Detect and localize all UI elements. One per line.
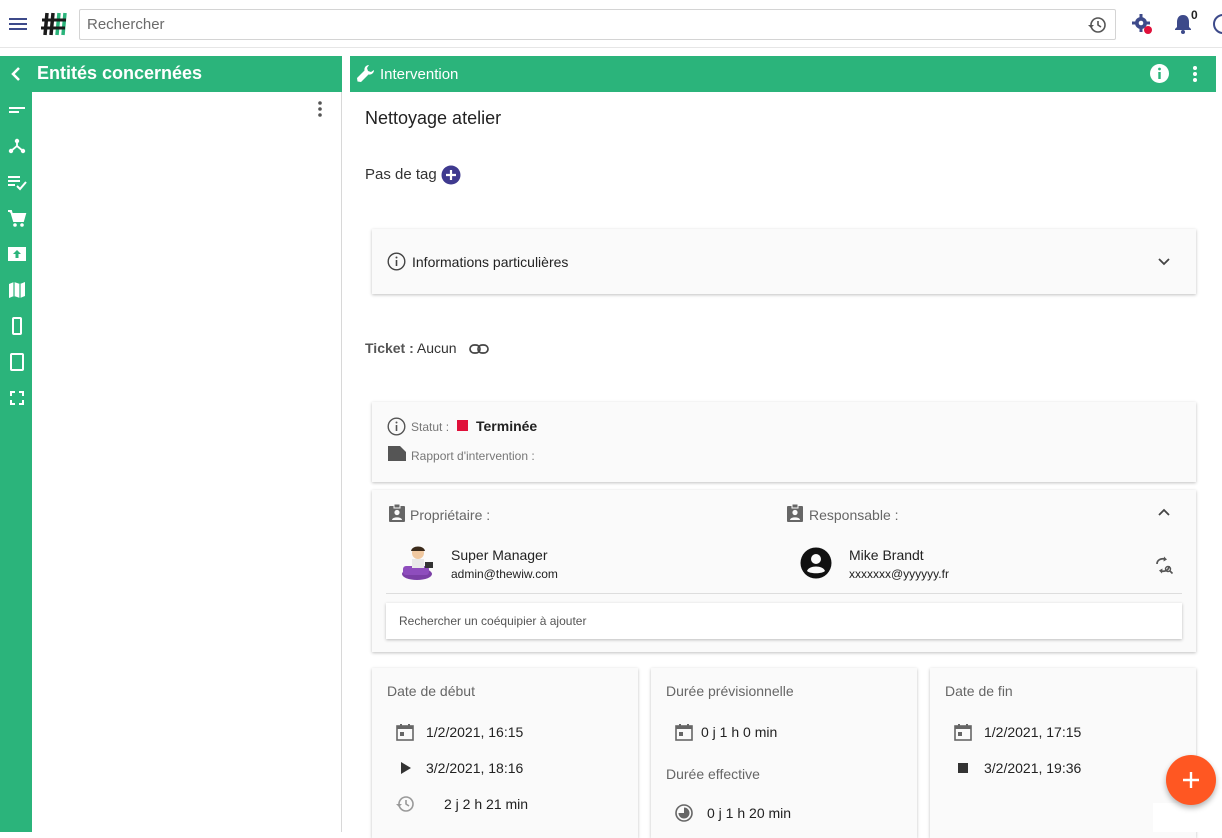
plus-icon [1183,772,1199,788]
owner-name: Super Manager [451,547,548,563]
end-planned-date: 1/2/2021, 17:15 [984,724,1082,740]
status-label: Statut : [411,420,450,434]
notifications-count: 0 [1191,8,1198,22]
more-vertical-icon[interactable] [1189,64,1201,84]
entities-panel [32,92,342,832]
upload-box-icon[interactable] [7,244,27,264]
entities-panel-header: Entités concernées [32,56,342,92]
link-icon[interactable] [468,338,490,360]
intervention-title: Nettoyage atelier [365,108,502,128]
change-responsible-icon[interactable] [1154,555,1174,575]
end-date-title: Date de fin [945,683,1013,699]
ticket-line: Ticket : Aucun [365,340,457,356]
start-planned-date: 1/2/2021, 16:15 [426,724,524,740]
help-icon[interactable] [1212,13,1222,35]
account-circle-icon [800,547,832,579]
settings-icon[interactable] [1131,13,1153,35]
planned-duration: 0 j 1 h 0 min [701,724,778,740]
add-fab-button[interactable] [1166,755,1216,805]
end-actual-date: 3/2/2021, 19:36 [984,760,1082,776]
chevron-up-icon[interactable] [1154,503,1174,523]
tags-label: Pas de tag [365,166,437,183]
status-value: Terminée [476,418,538,434]
status-section: Statut : Terminée Rapport d'intervention… [372,402,1196,482]
special-info-label: Informations particulières [412,254,569,270]
badge-icon [785,503,805,523]
checklist-icon[interactable] [7,172,27,192]
start-date-card: Date de début 1/2/2021, 16:15 3/2/2021, … [372,668,638,838]
owner-email: admin@thewiw.com [451,567,558,581]
special-info-section[interactable]: Informations particulières [372,229,1196,294]
teammate-search-box [386,603,1182,639]
info-icon[interactable] [1149,63,1170,84]
intervention-panel-header: Intervention [350,56,1216,92]
calendar-icon [953,722,973,742]
left-rail [0,56,32,832]
hierarchy-icon[interactable] [7,136,27,156]
responsible-email: xxxxxxx@yyyyyy.fr [849,567,949,581]
history-icon [395,794,415,814]
intervention-content: Nettoyage atelier Pas de tag Information… [350,92,1216,838]
planned-duration-title: Durée prévisionnelle [666,683,794,699]
label-tag-icon [387,445,407,463]
calendar-icon [395,722,415,742]
menu-icon[interactable] [8,14,28,34]
search-history-icon[interactable] [1087,15,1107,35]
duration-card: Durée prévisionnelle 0 j 1 h 0 min Durée… [651,668,917,838]
add-tag-icon[interactable] [441,165,461,185]
chevron-down-icon[interactable] [1154,251,1174,271]
status-color-square [457,420,468,431]
start-actual-date: 3/2/2021, 18:16 [426,760,524,776]
ticket-label: Ticket : [365,340,414,356]
info-outline-icon [387,252,406,271]
top-bar: 0 [0,0,1222,48]
responsible-name: Mike Brandt [849,547,924,563]
intervention-panel-title: Intervention [380,66,459,83]
fullscreen-icon[interactable] [7,388,27,408]
actual-duration-title: Durée effective [666,766,760,782]
map-icon[interactable] [7,280,27,300]
mobile-icon[interactable] [7,316,27,336]
search-input[interactable] [80,10,1070,39]
team-section: Propriétaire : Responsable : Super Manag… [372,490,1196,652]
timelapse-icon [674,803,694,823]
calendar-icon [674,722,694,742]
divider [386,593,1182,594]
stop-icon [953,758,973,778]
global-search [79,9,1116,40]
collapse-chevron-icon[interactable] [7,64,27,84]
corner-patch [1153,803,1216,832]
owner-label: Propriétaire : [410,507,491,523]
wrench-icon [355,63,377,85]
more-vertical-icon[interactable] [314,100,326,118]
responsible-label: Responsable : [809,507,899,523]
cart-icon[interactable] [7,208,27,228]
start-delay: 2 j 2 h 21 min [444,796,529,812]
tablet-icon[interactable] [7,352,27,372]
teammate-search-input[interactable] [386,603,1182,639]
owner-avatar [399,544,439,582]
actual-duration: 0 j 1 h 20 min [707,805,792,821]
play-icon [395,758,415,778]
badge-icon [387,503,407,523]
start-date-title: Date de début [387,683,475,699]
app-logo[interactable] [40,10,68,38]
sort-icon[interactable] [7,100,27,120]
entities-panel-title: Entités concernées [37,63,203,83]
report-label: Rapport d'intervention : [411,449,535,463]
ticket-value: Aucun [416,340,457,356]
info-outline-icon [387,417,406,436]
